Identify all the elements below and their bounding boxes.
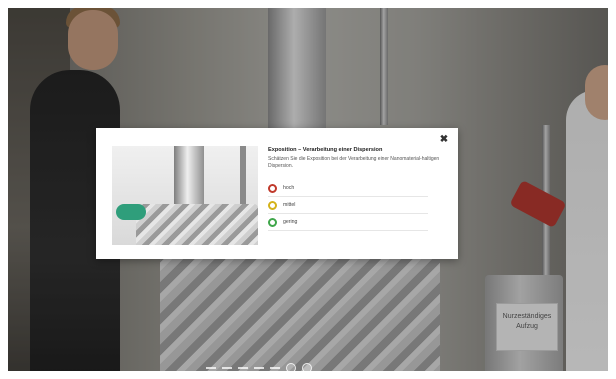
close-button[interactable]: ✖ xyxy=(438,134,450,146)
nav-dot[interactable] xyxy=(302,363,312,373)
option-label: mittel xyxy=(283,202,296,208)
image-tank xyxy=(136,204,258,245)
radio-button[interactable] xyxy=(268,217,277,227)
progress-dash[interactable] xyxy=(206,367,216,369)
progress-dash[interactable] xyxy=(254,367,264,369)
nav-dot[interactable] xyxy=(286,363,296,373)
exposure-dialog: ✖ Exposition – Verarbeitung einer Disper… xyxy=(96,128,458,259)
option-hoch[interactable]: hoch xyxy=(268,180,428,197)
option-gering[interactable]: gering xyxy=(268,214,428,231)
close-icon: ✖ xyxy=(439,134,449,145)
slide-controls xyxy=(206,362,312,374)
dialog-question: Schätzen Sie die Exposition bei der Vera… xyxy=(268,156,440,169)
option-label: gering xyxy=(283,219,298,225)
dialog-image xyxy=(112,146,258,245)
image-column xyxy=(174,146,204,208)
progress-dash[interactable] xyxy=(238,367,248,369)
option-label: hoch xyxy=(283,185,295,191)
dialog-title: Exposition – Verarbeitung einer Dispersi… xyxy=(268,147,383,153)
option-mittel[interactable]: mittel xyxy=(268,197,428,214)
radio-button[interactable] xyxy=(268,200,277,210)
radio-button[interactable] xyxy=(268,183,277,193)
progress-dash[interactable] xyxy=(222,367,232,369)
image-glove xyxy=(116,204,146,220)
progress-dash[interactable] xyxy=(270,367,280,369)
answer-options: hoch mittel gering xyxy=(268,180,428,231)
